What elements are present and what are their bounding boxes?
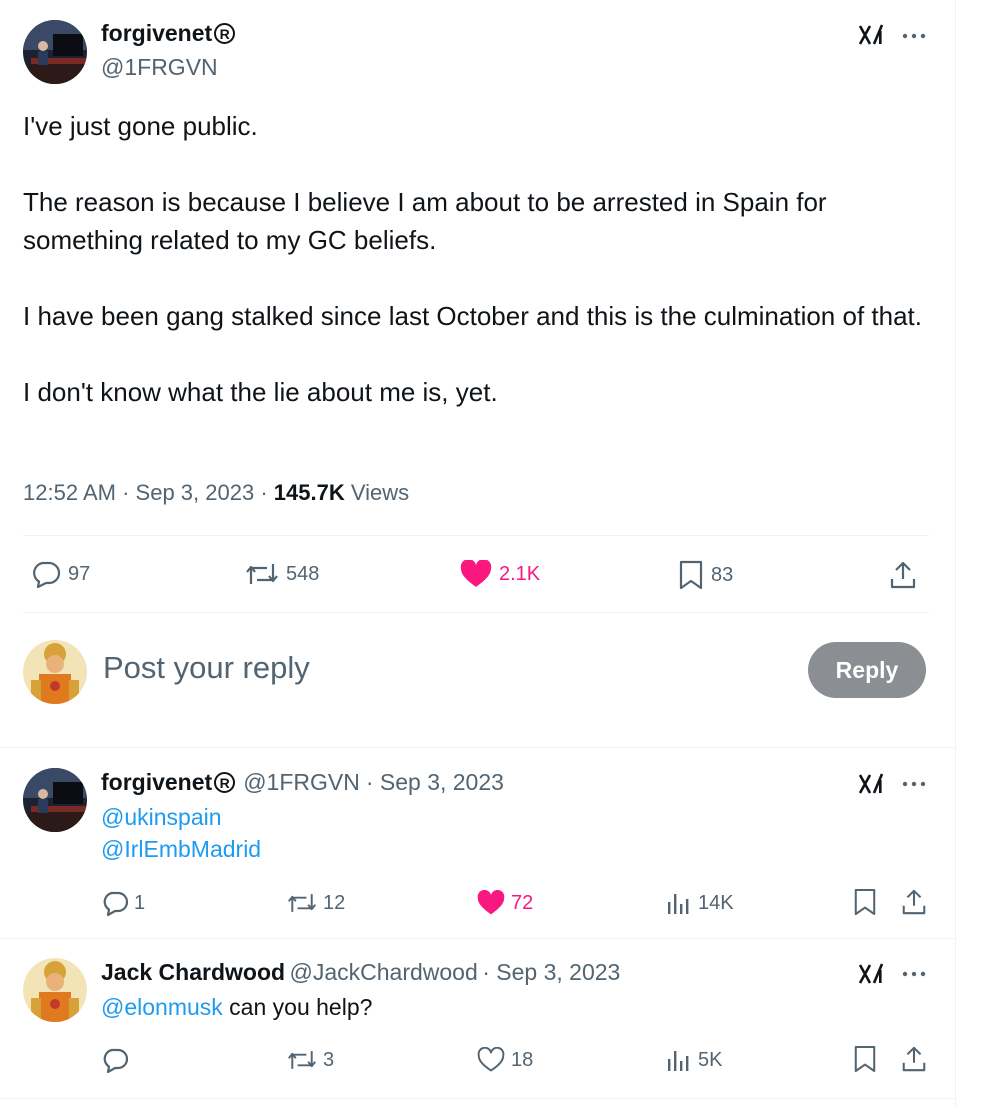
reply-action[interactable]	[102, 1047, 134, 1073]
tweet-meta: 12:52 AM · Sep 3, 2023 · 145.7K Views	[23, 480, 409, 506]
tweet-paragraph: I've just gone public.	[23, 111, 258, 141]
reply-action[interactable]: 1	[102, 890, 145, 916]
reply-action[interactable]: 97	[31, 560, 90, 588]
reply-author-avatar[interactable]	[23, 958, 87, 1022]
bookmark-icon[interactable]	[853, 1045, 877, 1078]
reply-author-name[interactable]: Jack Chardwood	[101, 959, 285, 985]
reply-button[interactable]: Reply	[808, 642, 926, 698]
share-action[interactable]	[888, 560, 925, 590]
divider	[0, 1098, 955, 1099]
like-count: 72	[511, 891, 534, 914]
divider	[23, 535, 929, 536]
reply-date[interactable]: · Sep 3, 2023	[366, 769, 504, 796]
views-chart-icon	[668, 894, 689, 914]
reply-author-avatar[interactable]	[23, 768, 87, 832]
user-avatar[interactable]	[23, 640, 87, 704]
comment-icon	[103, 1048, 128, 1073]
author-avatar[interactable]	[23, 20, 87, 84]
repost-icon	[288, 1051, 316, 1069]
tweet-date[interactable]: Sep 3, 2023	[136, 480, 255, 505]
repost-count: 548	[286, 562, 320, 585]
reply-input[interactable]: Post your reply	[103, 650, 310, 686]
tweet-paragraph: The reason is because I believe I am abo…	[23, 187, 827, 255]
registered-mark-icon: R	[214, 772, 236, 793]
repost-action[interactable]: 3	[287, 1047, 334, 1073]
reply-count: 1	[134, 891, 146, 914]
like-action[interactable]: 2.1K	[460, 560, 540, 588]
grok-icon[interactable]	[858, 771, 886, 802]
views-action[interactable]: 14K	[666, 890, 734, 916]
like-action[interactable]: 18	[477, 1047, 533, 1073]
repost-count: 12	[323, 891, 346, 914]
reply-header: Jack Chardwood @JackChardwood · Sep 3, 2…	[101, 959, 620, 986]
reply-body: can you help?	[222, 994, 373, 1020]
reply-author-name[interactable]: forgivenet	[101, 769, 212, 796]
like-action[interactable]: 72	[477, 890, 533, 916]
bookmark-icon[interactable]	[853, 888, 877, 921]
grok-icon[interactable]	[858, 22, 886, 53]
views-count: 145.7K	[273, 480, 345, 505]
mention-link[interactable]: @IrlEmbMadrid	[101, 836, 261, 863]
share-icon	[890, 561, 916, 589]
views-label: Views	[350, 480, 410, 505]
repost-action[interactable]: 548	[245, 560, 319, 588]
reply-author-handle[interactable]: @JackChardwood	[290, 959, 478, 985]
bookmark-count: 83	[711, 563, 734, 586]
tweet-text: I've just gone public. The reason is bec…	[23, 107, 938, 449]
tweet-paragraph: I don't know what the lie about me is, y…	[23, 377, 498, 407]
reply-date[interactable]: · Sep 3, 2023	[482, 959, 620, 985]
tweet-time[interactable]: 12:52 AM	[23, 480, 116, 505]
repost-action[interactable]: 12	[287, 890, 345, 916]
reply-header: forgivenet R @1FRGVN · Sep 3, 2023	[101, 769, 504, 796]
tweet-paragraph: I have been gang stalked since last Octo…	[23, 301, 922, 331]
more-options-icon[interactable]	[902, 26, 926, 51]
divider	[0, 938, 955, 939]
grok-icon[interactable]	[858, 961, 886, 992]
like-count: 2.1K	[499, 562, 541, 585]
reply-text: @elonmusk can you help?	[101, 994, 372, 1021]
author-handle[interactable]: @1FRGVN	[101, 54, 218, 81]
reply-author-handle[interactable]: @1FRGVN	[243, 769, 360, 796]
share-icon[interactable]	[900, 1045, 928, 1078]
views-count: 14K	[698, 891, 734, 914]
divider	[0, 747, 955, 748]
author-name-row[interactable]: forgivenet R	[101, 20, 236, 47]
views-count: 5K	[698, 1048, 723, 1071]
reply-count: 97	[68, 562, 91, 585]
bookmark-action[interactable]: 83	[678, 560, 733, 590]
heart-outline-icon	[477, 1047, 505, 1072]
registered-mark-icon: R	[214, 23, 236, 44]
divider	[23, 612, 929, 613]
meta-separator: ·	[122, 480, 130, 505]
repost-count: 3	[323, 1048, 335, 1071]
like-count: 18	[511, 1048, 534, 1071]
share-icon[interactable]	[900, 888, 928, 921]
mention-link[interactable]: @elonmusk	[101, 994, 223, 1020]
heart-filled-icon	[460, 560, 492, 587]
more-options-icon[interactable]	[902, 774, 926, 799]
repost-icon	[288, 894, 316, 912]
mention-link[interactable]: @ukinspain	[101, 804, 222, 831]
comment-icon	[33, 561, 61, 588]
views-action[interactable]: 5K	[666, 1047, 722, 1073]
tweet-thread: forgivenet R @1FRGVN I've just gone publ…	[0, 0, 956, 1108]
more-options-icon[interactable]	[902, 964, 926, 989]
meta-separator: ·	[260, 480, 268, 505]
heart-filled-icon	[477, 890, 505, 915]
repost-icon	[246, 564, 278, 584]
author-name[interactable]: forgivenet	[101, 20, 212, 47]
bookmark-icon	[679, 560, 703, 590]
views-chart-icon	[668, 1051, 689, 1071]
comment-icon	[103, 891, 128, 916]
